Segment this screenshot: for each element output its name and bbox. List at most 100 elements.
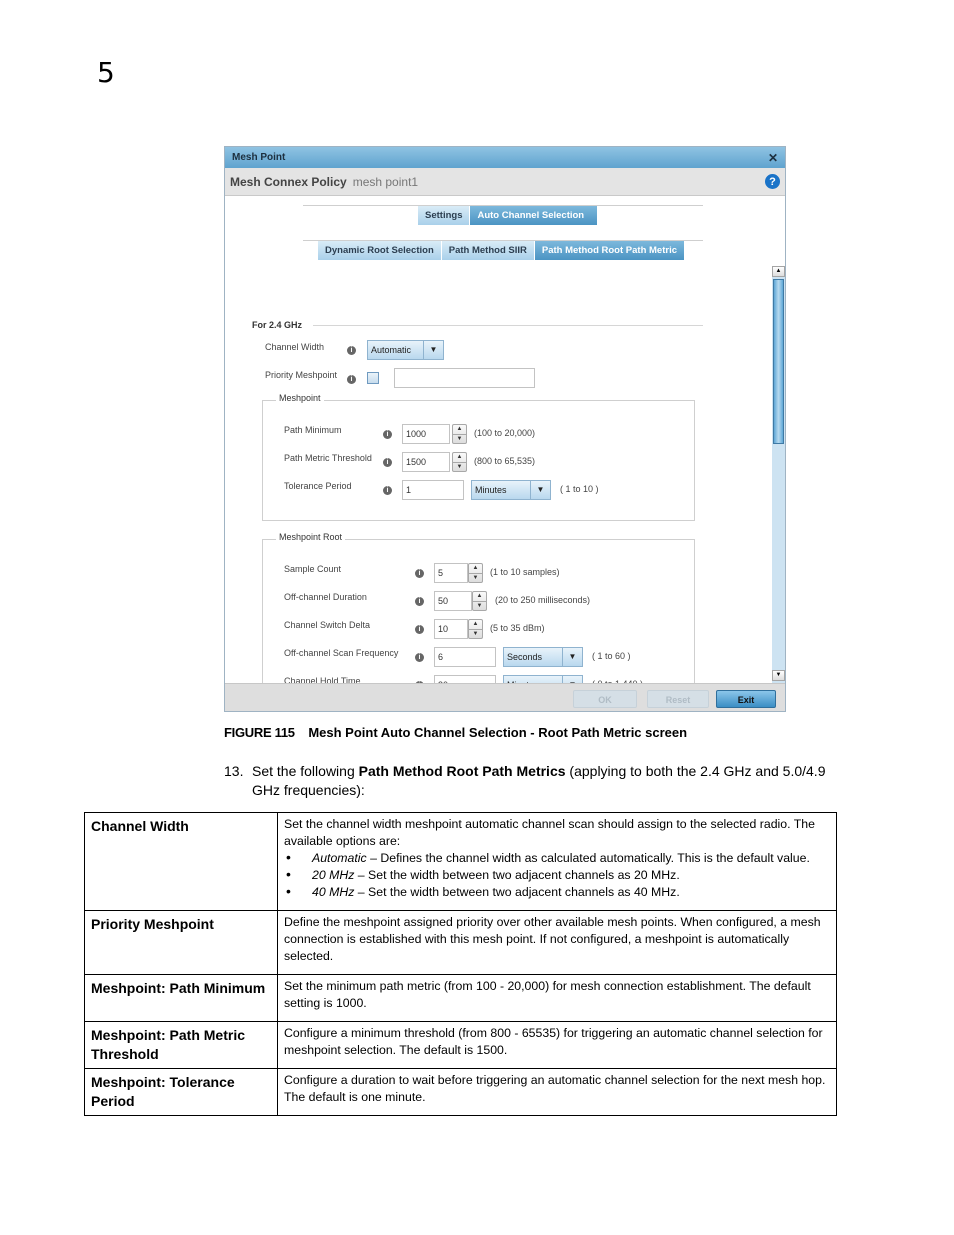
info-icon[interactable]: i (415, 653, 424, 662)
step-number: 13. (224, 763, 244, 779)
table-row: Priority Meshpoint Define the meshpoint … (84, 910, 837, 975)
info-icon[interactable]: i (415, 569, 424, 578)
tab-path-method-root-path-metric[interactable]: Path Method Root Path Metric (534, 241, 685, 260)
scroll-down-arrow-icon[interactable]: ▼ (772, 670, 785, 681)
tab-path-method-siir[interactable]: Path Method SIIR (441, 241, 535, 260)
dialog-title: Mesh Point (232, 152, 286, 163)
list-item: 20 MHz – Set the width between two adjac… (284, 866, 830, 884)
row-definition: Configure a minimum threshold (from 800 … (277, 1021, 837, 1069)
off-channel-scan-frequency-range: ( 1 to 60 ) (592, 651, 631, 661)
sample-count-range: (1 to 10 samples) (490, 567, 560, 577)
chapter-number: 5 (97, 56, 115, 89)
off-channel-duration-label: Off-channel Duration (284, 592, 367, 602)
channel-switch-delta-input[interactable]: 10 (434, 619, 468, 639)
mesh-point-dialog: Mesh Point ✕ Mesh Connex Policy mesh poi… (224, 146, 786, 712)
sample-count-label: Sample Count (284, 564, 342, 574)
meshpoint-legend: Meshpoint (276, 393, 324, 403)
off-channel-duration-stepper[interactable]: ▲ ▼ (472, 591, 487, 611)
info-icon[interactable]: i (415, 625, 424, 634)
option-list: Automatic – Defines the channel width as… (284, 849, 830, 901)
chevron-down-icon: ▼ (423, 341, 443, 359)
tab-auto-channel-selection[interactable]: Auto Channel Selection (470, 206, 599, 225)
path-metric-threshold-range: (800 to 65,535) (474, 456, 536, 466)
info-icon[interactable]: i (347, 375, 356, 384)
step-text-prefix: Set the following (252, 763, 359, 779)
off-channel-scan-frequency-input[interactable]: 6 (434, 647, 496, 667)
list-item: Automatic – Defines the channel width as… (284, 849, 830, 867)
table-row: Meshpoint: Path Minimum Set the minimum … (84, 974, 837, 1022)
tolerance-period-unit-select[interactable]: Minutes ▼ (471, 480, 551, 500)
figure-number: FIGURE 115 (224, 725, 295, 740)
info-icon[interactable]: i (347, 346, 356, 355)
tab-settings[interactable]: Settings (418, 206, 471, 225)
row-definition: Set the channel width meshpoint automati… (277, 812, 837, 911)
option-text: – Defines the channel width as calculate… (366, 851, 810, 865)
row-text: Set the channel width meshpoint automati… (284, 817, 815, 848)
channel-switch-delta-range: (5 to 35 dBm) (490, 623, 545, 633)
chevron-down-icon: ▼ (562, 648, 582, 666)
priority-meshpoint-input[interactable] (394, 368, 535, 388)
sample-count-stepper[interactable]: ▲ ▼ (468, 563, 483, 583)
channel-width-value: Automatic (371, 345, 412, 355)
step-13: 13. Set the following Path Method Root P… (224, 762, 854, 800)
option-text: – Set the width between two adjacent cha… (354, 868, 680, 882)
table-row: Channel Width Set the channel width mesh… (84, 812, 837, 911)
info-icon[interactable]: i (383, 486, 392, 495)
info-icon[interactable]: i (415, 597, 424, 606)
figure-title: Mesh Point Auto Channel Selection - Root… (308, 725, 688, 740)
exit-button[interactable]: Exit (716, 690, 776, 708)
table-row: Meshpoint: Path Metric Threshold Configu… (84, 1021, 837, 1069)
priority-meshpoint-checkbox[interactable] (367, 372, 379, 384)
tab-dynamic-root-selection[interactable]: Dynamic Root Selection (318, 241, 442, 260)
row-term: Channel Width (84, 812, 278, 911)
tolerance-period-input[interactable]: 1 (402, 480, 464, 500)
tolerance-period-label: Tolerance Period (284, 481, 352, 491)
option-text: – Set the width between two adjacent cha… (354, 885, 680, 899)
policy-name: mesh point1 (352, 174, 419, 189)
info-icon[interactable]: i (383, 458, 392, 467)
policy-title: Mesh Connex Policy (230, 174, 347, 189)
sub-tabs: Dynamic Root Selection Path Method SIIR … (318, 241, 685, 260)
list-item: 40 MHz – Set the width between two adjac… (284, 883, 830, 901)
off-channel-scan-frequency-unit-value: Seconds (507, 652, 543, 662)
path-metric-threshold-input[interactable]: 1500 (402, 452, 450, 472)
option-name: Automatic (312, 851, 367, 865)
help-icon[interactable]: ? (765, 174, 780, 189)
figure-caption: FIGURE 115 Mesh Point Auto Channel Selec… (224, 725, 687, 740)
off-channel-scan-frequency-label: Off-channel Scan Frequency (284, 648, 399, 658)
policy-header: Mesh Connex Policy mesh point1 ? (225, 168, 785, 196)
parameter-table: Channel Width Set the channel width mesh… (84, 812, 837, 1116)
vertical-scrollbar[interactable]: ▲ ▼ (772, 266, 785, 683)
close-icon[interactable]: ✕ (768, 151, 778, 165)
channel-width-select[interactable]: Automatic ▼ (367, 340, 444, 360)
channel-switch-delta-stepper[interactable]: ▲ ▼ (468, 619, 483, 639)
scroll-up-arrow-icon[interactable]: ▲ (772, 266, 785, 277)
dialog-footer: OK Reset Exit (225, 683, 785, 711)
scrollbar-thumb[interactable] (773, 279, 784, 444)
path-minimum-input[interactable]: 1000 (402, 424, 450, 444)
path-metric-threshold-stepper[interactable]: ▲ ▼ (452, 452, 467, 472)
row-term: Priority Meshpoint (84, 910, 278, 975)
off-channel-duration-input[interactable]: 50 (434, 591, 472, 611)
option-name: 20 MHz (312, 868, 355, 882)
dialog-title-bar: Mesh Point ✕ (225, 147, 785, 168)
off-channel-duration-range: (20 to 250 milliseconds) (495, 595, 591, 605)
reset-button[interactable]: Reset (647, 690, 709, 708)
tolerance-period-range: ( 1 to 10 ) (560, 484, 599, 494)
path-minimum-label: Path Minimum (284, 425, 342, 435)
channel-width-label: Channel Width (265, 342, 325, 352)
option-name: 40 MHz (312, 885, 355, 899)
sample-count-input[interactable]: 5 (434, 563, 468, 583)
info-icon[interactable]: i (383, 430, 392, 439)
off-channel-scan-frequency-unit-select[interactable]: Seconds ▼ (503, 647, 583, 667)
row-term: Meshpoint: Path Minimum (84, 974, 278, 1022)
path-minimum-stepper[interactable]: ▲ ▼ (452, 424, 467, 444)
section-divider (313, 325, 703, 326)
row-term: Meshpoint: Path Metric Threshold (84, 1021, 278, 1069)
table-row: Meshpoint: Tolerance Period Configure a … (84, 1068, 837, 1116)
path-minimum-range: (100 to 20,000) (474, 428, 536, 438)
row-definition: Define the meshpoint assigned priority o… (277, 910, 837, 975)
priority-meshpoint-label: Priority Meshpoint (265, 370, 338, 380)
chevron-down-icon: ▼ (530, 481, 550, 499)
ok-button[interactable]: OK (573, 690, 637, 708)
